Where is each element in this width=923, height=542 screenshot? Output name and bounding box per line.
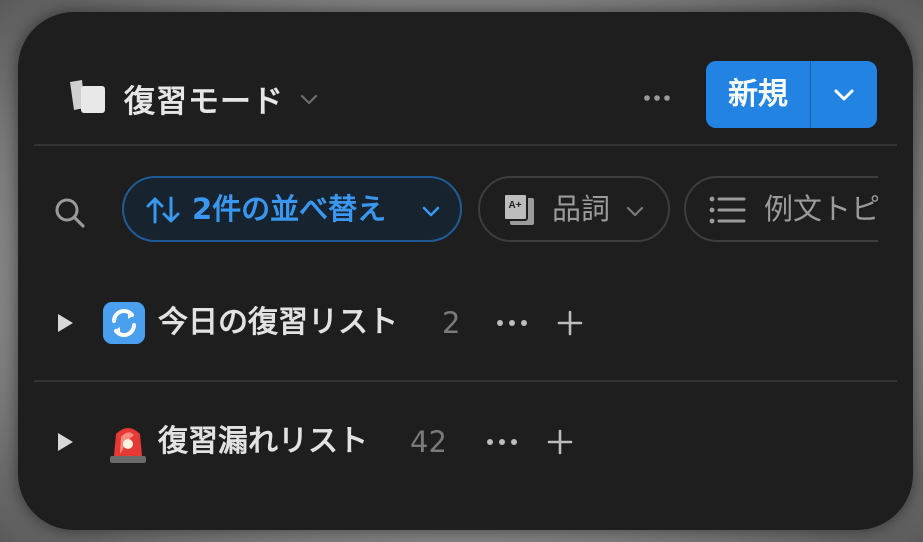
new-button[interactable]: 新規 xyxy=(706,61,877,128)
more-options-icon[interactable] xyxy=(482,427,522,457)
filter-chip-label: 品詞 xyxy=(552,192,611,226)
search-icon[interactable] xyxy=(52,195,88,231)
toggle-triangle-icon[interactable] xyxy=(56,313,74,333)
svg-text:A+: A+ xyxy=(509,200,522,211)
chevron-down-icon xyxy=(422,206,440,217)
group-divider xyxy=(34,380,897,382)
filter-chip-part-of-speech[interactable]: A+ 品詞 xyxy=(478,176,670,242)
sort-chip[interactable]: 2件の並べ替え xyxy=(122,176,462,242)
sort-chip-label: 2件の並べ替え xyxy=(192,192,387,226)
group-count: 42 xyxy=(410,425,447,459)
database-header: 復習モード 新規 xyxy=(18,12,913,146)
more-options-icon[interactable] xyxy=(492,308,532,338)
add-icon[interactable] xyxy=(556,309,584,337)
group-row-missed[interactable]: 復習漏れリスト 42 xyxy=(18,407,913,477)
database-icon[interactable] xyxy=(66,78,108,114)
repeat-arrows-icon xyxy=(103,302,145,344)
new-options-chevron-icon[interactable] xyxy=(811,61,877,128)
sort-arrows-icon xyxy=(146,196,180,224)
group-label: 今日の復習リスト xyxy=(158,305,398,340)
add-icon[interactable] xyxy=(546,428,574,456)
group-label: 復習漏れリスト xyxy=(158,424,368,459)
select-property-icon: A+ xyxy=(503,193,534,225)
group-count: 2 xyxy=(442,306,461,340)
database-title[interactable]: 復習モード xyxy=(124,76,284,121)
siren-light-icon xyxy=(110,428,146,463)
more-options-icon[interactable] xyxy=(639,84,675,112)
new-button-label[interactable]: 新規 xyxy=(706,61,810,128)
chevron-down-icon xyxy=(626,206,644,217)
filter-chip-label: 例文トピ xyxy=(764,192,878,226)
filter-chip-example-topic[interactable]: 例文トピ xyxy=(684,176,878,242)
chevron-down-icon[interactable] xyxy=(298,88,320,110)
header-divider xyxy=(34,144,897,146)
list-icon xyxy=(709,196,746,224)
filter-chip-row: 2件の並べ替え A+ 品詞 例文トピ xyxy=(122,176,878,246)
database-panel: 復習モード 新規 2件の並べ替え A+ 品詞 例文トピ 今日の復習リスト 2 復… xyxy=(18,12,913,530)
toggle-triangle-icon[interactable] xyxy=(56,432,74,452)
group-row-today[interactable]: 今日の復習リスト 2 xyxy=(18,288,913,358)
